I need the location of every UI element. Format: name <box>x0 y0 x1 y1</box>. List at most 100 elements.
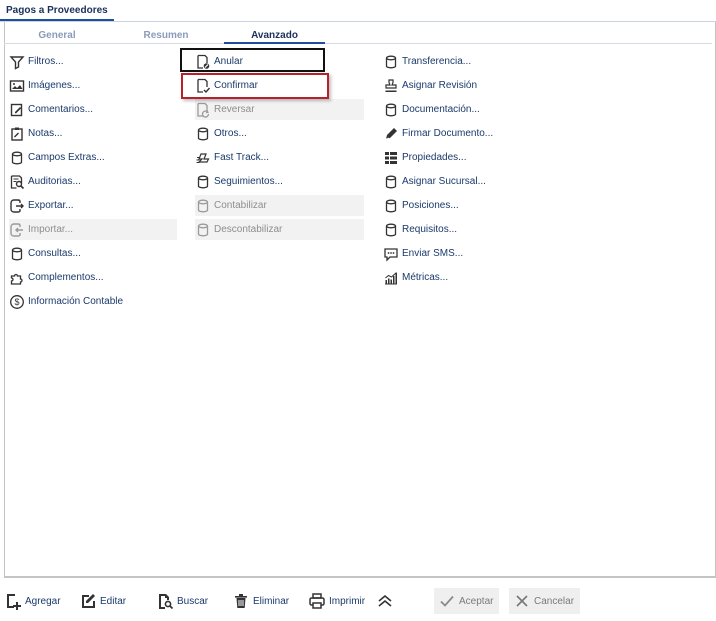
trash-icon <box>232 592 250 610</box>
clipboard-icon <box>9 126 25 142</box>
menu-item-label: Notas... <box>28 128 63 139</box>
menu-item-exportar[interactable]: Exportar... <box>9 195 177 216</box>
edit-button[interactable]: Editar <box>79 588 126 614</box>
document-revert-icon <box>195 102 211 118</box>
cancel-button-label: Cancelar <box>534 595 575 607</box>
footer-toolbar: Agregar Editar Buscar Eliminar Imprimir … <box>0 588 716 614</box>
menu-item-campos-extras[interactable]: Campos Extras... <box>9 147 177 168</box>
menu-item-auditorias[interactable]: Auditorias... <box>9 171 177 192</box>
database-icon <box>383 174 399 190</box>
menu-item-label: Métricas... <box>402 272 449 283</box>
menu-item-label: Imágenes... <box>28 80 81 91</box>
edit-button-label: Editar <box>100 595 127 607</box>
menu-item-fast-track[interactable]: Fast Track... <box>195 147 364 168</box>
tab-general[interactable]: General <box>22 30 92 41</box>
menu-item-label: Filtros... <box>28 56 64 67</box>
menu-item-reversar: Reversar <box>195 99 364 120</box>
database-icon <box>383 54 399 70</box>
database-icon <box>195 198 211 214</box>
menu-item-documentacion[interactable]: Documentación... <box>383 99 553 120</box>
menu-item-label: Información Contable <box>28 296 124 307</box>
database-icon <box>383 222 399 238</box>
menu-item-imagenes[interactable]: Imágenes... <box>9 75 177 96</box>
search-icon <box>156 592 174 610</box>
database-icon <box>195 126 211 142</box>
menu-item-propiedades[interactable]: Propiedades... <box>383 147 553 168</box>
database-icon <box>383 102 399 118</box>
cancel-button[interactable]: Cancelar <box>509 588 581 614</box>
menu-item-label: Otros... <box>214 128 247 139</box>
menu-item-label: Complementos... <box>28 272 104 283</box>
database-icon <box>9 150 25 166</box>
menu-item-label: Contabilizar <box>214 200 267 211</box>
printer-icon <box>308 592 326 610</box>
print-button-label: Imprimir <box>329 595 366 607</box>
search-button[interactable]: Buscar <box>156 588 208 614</box>
menu-item-requisitos[interactable]: Requisitos... <box>383 219 553 240</box>
metrics-icon <box>383 270 399 286</box>
menu-item-posiciones[interactable]: Posiciones... <box>383 195 553 216</box>
menu-item-label: Importar... <box>28 224 74 235</box>
menu-item-descontabilizar: Descontabilizar <box>195 219 364 240</box>
export-icon <box>9 198 25 214</box>
tab-avanzado[interactable]: Avanzado <box>224 30 325 44</box>
collapse-button[interactable] <box>376 588 397 614</box>
menu-item-label: Auditorias... <box>28 176 81 187</box>
menu-item-informacion-contable[interactable]: $ Información Contable <box>9 291 177 312</box>
highlight-box-anular <box>180 48 325 72</box>
menu-item-label: Enviar SMS... <box>402 248 464 259</box>
database-icon <box>383 198 399 214</box>
add-document-icon <box>4 592 22 610</box>
menu-item-label: Descontabilizar <box>214 224 283 235</box>
menu-item-consultas[interactable]: Consultas... <box>9 243 177 264</box>
puzzle-icon <box>9 270 25 286</box>
image-icon <box>9 78 25 94</box>
menu-item-label: Propiedades... <box>402 152 467 163</box>
menu-item-label: Comentarios... <box>28 104 94 115</box>
menu-item-filtros[interactable]: Filtros... <box>9 51 177 72</box>
menu-item-comentarios[interactable]: Comentarios... <box>9 99 177 120</box>
stamp-icon <box>383 78 399 94</box>
menu-item-complementos[interactable]: Complementos... <box>9 267 177 288</box>
filter-icon <box>9 54 25 70</box>
pen-icon <box>383 126 399 142</box>
menu-item-label: Transferencia... <box>402 56 472 67</box>
footer-divider <box>4 577 716 578</box>
menu-item-label: Exportar... <box>28 200 74 211</box>
print-button[interactable]: Imprimir <box>308 588 365 614</box>
import-icon <box>9 222 25 238</box>
window-title: Pagos a Proveedores <box>6 5 108 16</box>
menu-item-seguimientos[interactable]: Seguimientos... <box>195 171 364 192</box>
close-icon <box>513 592 531 610</box>
dollar-icon: $ <box>9 294 25 310</box>
menu-item-label: Requisitos... <box>402 224 458 235</box>
menu-item-transferencia[interactable]: Transferencia... <box>383 51 553 72</box>
edit-icon <box>79 592 97 610</box>
highlight-box-confirmar <box>181 73 329 99</box>
menu-item-label: Seguimientos... <box>214 176 283 187</box>
add-button-label: Agregar <box>25 595 61 607</box>
audit-icon <box>9 174 25 190</box>
accept-button[interactable]: Aceptar <box>434 588 500 614</box>
menu-item-label: Fast Track... <box>214 152 270 163</box>
delete-button-label: Eliminar <box>253 595 290 607</box>
add-button[interactable]: Agregar <box>4 588 61 614</box>
svg-text:$: $ <box>14 297 19 307</box>
menu-item-otros[interactable]: Otros... <box>195 123 364 144</box>
search-button-label: Buscar <box>177 595 209 607</box>
menu-item-asignar-revision[interactable]: Asignar Revisión <box>383 75 553 96</box>
menu-item-enviar-sms[interactable]: Enviar SMS... <box>383 243 553 264</box>
database-icon <box>195 222 211 238</box>
window-title-tab[interactable]: Pagos a Proveedores <box>0 0 114 21</box>
tab-resumen[interactable]: Resumen <box>131 30 201 41</box>
delete-button[interactable]: Eliminar <box>232 588 289 614</box>
database-icon <box>9 246 25 262</box>
menu-item-contabilizar: Contabilizar <box>195 195 364 216</box>
sms-icon <box>383 246 399 262</box>
menu-item-asignar-sucursal[interactable]: Asignar Sucursal... <box>383 171 553 192</box>
menu-item-label: Asignar Sucursal... <box>402 176 486 187</box>
menu-item-label: Documentación... <box>402 104 480 115</box>
menu-item-notas[interactable]: Notas... <box>9 123 177 144</box>
menu-item-metricas[interactable]: Métricas... <box>383 267 553 288</box>
menu-item-firmar-documento[interactable]: Firmar Documento... <box>383 123 553 144</box>
